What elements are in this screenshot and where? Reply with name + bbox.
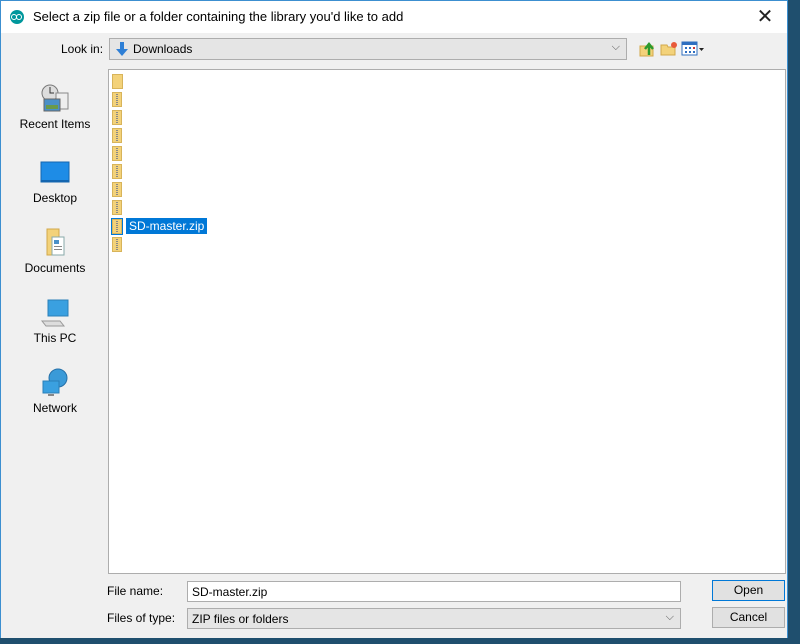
zip-file-icon	[111, 217, 123, 235]
place-label: Recent Items	[19, 117, 91, 131]
zip-file-icon	[112, 109, 122, 125]
this-pc-icon	[38, 297, 72, 329]
list-item-zip[interactable]	[112, 126, 132, 144]
list-item-zip[interactable]	[112, 144, 132, 162]
list-item-zip[interactable]	[112, 90, 132, 108]
files-of-type-dropdown[interactable]: ZIP files or folders ⌵	[187, 608, 681, 629]
place-network[interactable]: Network	[9, 367, 101, 415]
place-label: Desktop	[32, 191, 78, 205]
chevron-down-icon: ⌵	[611, 41, 620, 53]
list-item-zip[interactable]	[112, 162, 132, 180]
up-folder-icon[interactable]	[639, 40, 657, 58]
file-name-text	[126, 98, 132, 100]
place-label: Network	[32, 401, 77, 415]
list-item-zip[interactable]	[112, 235, 132, 253]
zip-file-icon	[112, 127, 122, 143]
list-item-zip[interactable]	[112, 108, 132, 126]
dialog-title: Select a zip file or a folder containing…	[33, 9, 404, 24]
place-recent-items[interactable]: Recent Items	[9, 83, 101, 131]
list-item-folder[interactable]	[112, 72, 133, 90]
file-name-text	[126, 170, 132, 172]
list-item-zip[interactable]	[112, 198, 132, 216]
zip-file-icon	[112, 199, 122, 215]
list-item-zip[interactable]	[112, 180, 132, 198]
documents-icon	[38, 227, 72, 259]
list-item-zip-selected[interactable]: SD-master.zip	[111, 217, 208, 235]
recent-items-icon	[38, 83, 72, 115]
file-chooser-dialog: Select a zip file or a folder containing…	[0, 0, 788, 638]
file-name-text	[126, 243, 132, 245]
file-name-text	[126, 134, 132, 136]
file-name-text	[127, 80, 133, 82]
file-name-label: File name:	[107, 584, 164, 598]
title-bar: Select a zip file or a folder containing…	[1, 1, 787, 33]
new-folder-icon[interactable]	[660, 40, 678, 58]
files-of-type-label: Files of type:	[107, 611, 176, 625]
desktop-icon	[38, 157, 72, 189]
file-list[interactable]: SD-master.zip	[108, 69, 786, 574]
file-name-text	[126, 152, 132, 154]
place-desktop[interactable]: Desktop	[9, 157, 101, 205]
cancel-button[interactable]: Cancel	[712, 607, 785, 628]
file-name-text	[126, 206, 132, 208]
arduino-app-icon	[10, 10, 24, 24]
file-name-text	[126, 188, 132, 190]
files-of-type-value: ZIP files or folders	[192, 612, 289, 626]
network-icon	[38, 367, 72, 399]
zip-file-icon	[112, 236, 122, 252]
chevron-down-icon: ⌵	[665, 611, 674, 623]
look-in-label: Look in:	[61, 42, 104, 56]
file-name-text: SD-master.zip	[126, 218, 208, 234]
zip-file-icon	[112, 91, 122, 107]
file-name-text	[126, 116, 132, 118]
zip-file-icon	[112, 145, 122, 161]
file-name-input[interactable]	[187, 581, 681, 602]
close-button[interactable]: ✕	[743, 1, 787, 33]
view-menu-icon[interactable]	[681, 40, 705, 58]
place-documents[interactable]: Documents	[9, 227, 101, 275]
zip-file-icon	[112, 163, 122, 179]
look-in-value: Downloads	[133, 42, 193, 56]
zip-file-icon	[112, 181, 122, 197]
folder-icon	[112, 73, 123, 89]
open-button[interactable]: Open	[712, 580, 785, 601]
place-this-pc[interactable]: This PC	[9, 297, 101, 345]
look-in-dropdown[interactable]: Downloads ⌵	[109, 38, 627, 60]
downloads-arrow-icon	[116, 42, 128, 56]
place-label: This PC	[33, 331, 77, 345]
place-label: Documents	[24, 261, 86, 275]
places-sidebar: Recent Items Desktop Documents This PC N…	[9, 69, 101, 574]
